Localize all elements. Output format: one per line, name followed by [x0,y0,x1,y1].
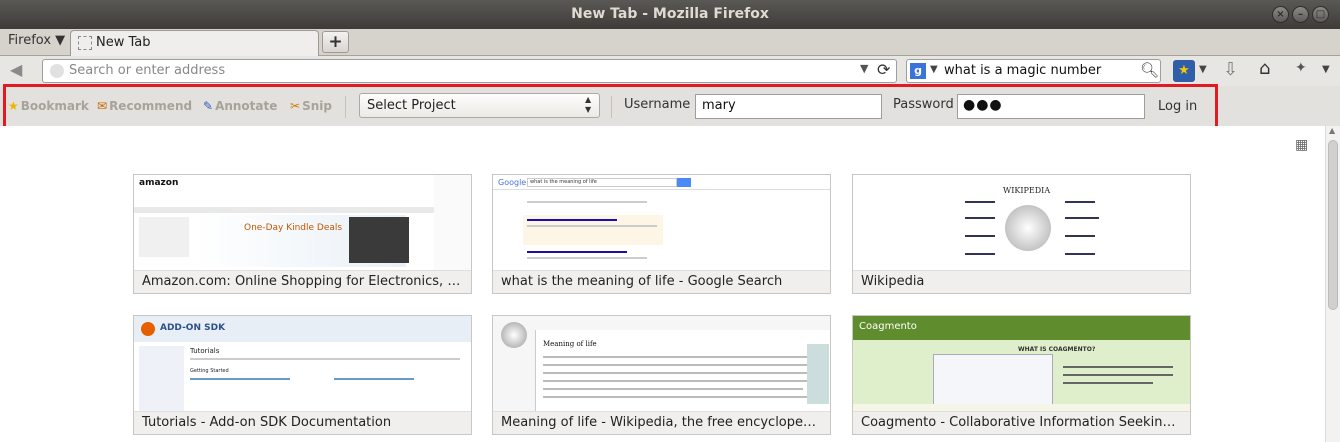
url-history-dropdown-icon[interactable]: ▼ [860,62,868,75]
thumbnail-amazon[interactable]: amazon One-Day Kindle Deals Amazon.com: … [133,174,472,294]
tab-new-tab[interactable]: New Tab [70,30,319,56]
thumbnail-title: Wikipedia [853,270,1190,293]
thumbnail-preview: WIKIPEDIA [853,175,1190,270]
url-bar[interactable]: Search or enter address ▼ ⟳ [42,59,897,83]
window-title: New Tab - Mozilla Firefox [571,6,769,22]
recommend-button[interactable]: ✉ Recommend [97,99,192,113]
tutorials-heading: Tutorials [190,347,220,355]
thumbnail-google-search[interactable]: Google what is the meaning of life what … [492,174,831,294]
username-label: Username [624,97,691,112]
firefox-logo-icon [141,322,155,336]
back-icon[interactable]: ◀ [10,60,22,79]
scrollbar-thumb[interactable] [1328,140,1338,310]
scroll-up-icon[interactable]: ▲ [1329,126,1335,135]
thumbnail-preview: ADD-ON SDK Tutorials Getting Started [134,316,471,411]
thumbnail-preview: Meaning of life [493,316,830,411]
password-field[interactable]: ●●● [957,94,1145,119]
download-icon[interactable]: ⇩ [1223,59,1238,80]
divider [345,96,346,118]
project-select[interactable]: Select Project ▲ ▼ [359,93,600,118]
tab-label: New Tab [96,35,151,50]
new-tab-button[interactable]: + [322,31,349,53]
thumbnail-preview: Coagmento WHAT IS COAGMENTO? [853,316,1190,411]
project-select-value: Select Project [367,98,456,113]
thumbnail-meaning-of-life[interactable]: Meaning of life Meaning of life - Wikipe… [492,315,831,435]
maximize-icon[interactable]: □ [1312,6,1329,23]
google-engine-icon[interactable]: g [910,63,926,79]
recommend-icon: ✉ [97,99,108,113]
thumbnail-title: Tutorials - Add-on SDK Documentation [134,411,471,434]
blank-page-icon [78,36,92,50]
coagmento-logo: Coagmento [859,321,917,332]
pencil-icon: ✎ [203,99,214,113]
wikipedia-globe-icon [501,322,527,348]
scrollbar[interactable]: ▲ [1325,126,1340,442]
thumbnail-title: Coagmento - Collaborative Information Se… [853,411,1190,434]
globe-icon [50,64,64,78]
annotate-button[interactable]: ✎ Annotate [203,99,277,113]
thumbnail-title: Meaning of life - Wikipedia, the free en… [493,411,830,434]
close-icon[interactable]: × [1272,6,1289,23]
google-logo: Google [498,178,527,187]
star-icon: ★ [8,99,19,113]
addon-icon[interactable]: ✦ [1295,60,1307,76]
search-icon[interactable]: 🔍︎ [1140,61,1159,79]
grid-icon[interactable]: ▦ [1295,137,1308,153]
thumbnail-addon-sdk[interactable]: ADD-ON SDK Tutorials Getting Started Tut… [133,315,472,435]
login-button[interactable]: Log in [1158,99,1197,114]
bookmarks-dropdown-icon[interactable]: ▼ [1199,64,1207,75]
firefox-menu-button[interactable]: Firefox ▼ [8,33,65,48]
navigation-bar: ◀ Search or enter address ▼ ⟳ g ▼ what i… [0,56,1340,86]
home-icon[interactable]: ⌂ [1259,58,1270,79]
overflow-dropdown-icon[interactable]: ▼ [1322,64,1330,75]
search-box[interactable]: g ▼ what is a magic number 🔍︎ [906,59,1161,83]
wikipedia-logo: WIKIPEDIA [1003,186,1051,195]
bookmark-button[interactable]: ★ Bookmark [8,99,89,113]
title-bar: New Tab - Mozilla Firefox × – □ [0,0,1340,29]
select-arrows-icon: ▲ ▼ [585,95,592,114]
thumbnail-preview: amazon One-Day Kindle Deals [134,175,471,270]
thumbnail-wikipedia[interactable]: WIKIPEDIA Wikipedia [852,174,1191,294]
snip-button[interactable]: ✂ Snip [290,99,332,113]
username-field[interactable]: mary [695,94,882,119]
article-heading: Meaning of life [543,340,597,348]
thumbnail-preview: Google what is the meaning of life [493,175,830,270]
getting-started-heading: Getting Started [190,368,229,374]
scissors-icon: ✂ [290,99,301,113]
thumbnail-coagmento[interactable]: Coagmento WHAT IS COAGMENTO? Coagmento -… [852,315,1191,435]
thumbnail-title: Amazon.com: Online Shopping for Electron… [134,270,471,293]
bookmarks-icon[interactable]: ★ [1173,60,1195,82]
new-tab-page: ▦ amazon One-Day Kindle Deals Amazon.com… [0,126,1340,442]
search-input[interactable]: what is a magic number [944,63,1101,78]
kindle-deals-text: One-Day Kindle Deals [244,223,343,233]
engine-dropdown-icon[interactable]: ▼ [930,64,938,75]
thumbnail-title: what is the meaning of life - Google Sea… [493,270,830,293]
url-placeholder: Search or enter address [69,63,226,78]
tab-bar: Firefox ▼ New Tab + [0,29,1340,56]
addon-sdk-logo: ADD-ON SDK [160,323,226,333]
what-is-coagmento-heading: WHAT IS COAGMENTO? [1018,346,1096,353]
minimize-icon[interactable]: – [1292,6,1309,23]
reload-icon[interactable]: ⟳ [877,60,890,79]
coagmento-toolbar: ★ Bookmark ✉ Recommend ✎ Annotate ✂ Snip Sel… [0,86,1340,126]
divider [611,96,612,118]
wikipedia-globe-icon [1005,205,1051,251]
firefox-window: New Tab - Mozilla Firefox × – □ Firefox … [0,0,1340,442]
amazon-logo: amazon [139,178,179,188]
password-label: Password [893,97,954,112]
